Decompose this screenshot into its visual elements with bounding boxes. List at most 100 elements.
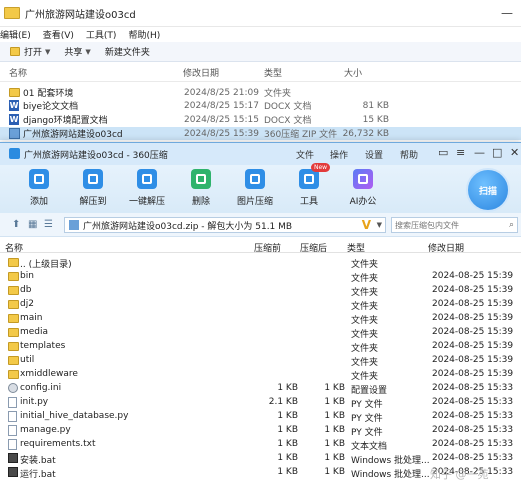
col-name[interactable]: 名称	[9, 66, 27, 79]
menu-view[interactable]: 查看(V)	[43, 28, 74, 41]
delete-icon	[191, 169, 211, 189]
file-size: 26,732 KB	[342, 128, 389, 139]
folder-icon	[8, 328, 19, 337]
table-row[interactable]: initial_hive_database.py 1 KB 1 KB PY 文件 202…	[0, 409, 521, 424]
col-date[interactable]: 修改日期	[183, 66, 219, 79]
menu-edit[interactable]: 编辑(E)	[0, 28, 31, 41]
scan-button[interactable]: 扫描	[466, 168, 510, 212]
file-name: main	[20, 313, 43, 323]
file-name: biye论文文档	[23, 102, 79, 112]
table-row[interactable]: init.py 2.1 KB 1 KB PY 文件 2024-08-25 15:33	[0, 395, 521, 410]
menu-operation[interactable]: 操作	[330, 148, 348, 161]
table-row[interactable]: config.ini 1 KB 1 KB 配置设置 2024-08-25 15:33	[0, 381, 521, 396]
size-before: 1 KB	[277, 411, 298, 421]
image-compress-button[interactable]: 图片压缩	[230, 169, 280, 207]
ai-office-button[interactable]: AI办公	[338, 169, 388, 207]
file-date: 2024-08-25 15:33	[432, 383, 514, 393]
add-icon	[29, 169, 49, 189]
file-date: 2024-08-25 15:33	[432, 397, 514, 407]
table-row[interactable]: manage.py 1 KB 1 KB PY 文件 2024-08-25 15:33	[0, 423, 521, 438]
list-item[interactable]: W biye论文文档 2024/8/25 15:17 DOCX 文档 81 KB	[0, 99, 521, 112]
maximize-icon[interactable]: □	[492, 146, 502, 159]
up-arrow-icon[interactable]: ⬆	[12, 219, 20, 230]
add-button[interactable]: 添加	[14, 169, 64, 207]
search-input[interactable]	[392, 218, 502, 232]
col-size[interactable]: 大小	[344, 66, 362, 79]
file-date: 2024-08-25 15:39	[432, 341, 514, 351]
menu-file[interactable]: 文件	[296, 148, 314, 161]
folder-icon	[4, 7, 20, 19]
view-list-icon[interactable]: ☰	[44, 219, 53, 230]
col-type[interactable]: 类型	[347, 241, 365, 254]
folder-icon	[8, 342, 19, 351]
open-button[interactable]: 打开 ▼	[10, 45, 50, 58]
col-type[interactable]: 类型	[264, 66, 282, 79]
size-after: 1 KB	[324, 439, 345, 449]
table-row[interactable]: xmiddleware 文件夹 2024-08-25 15:39	[0, 367, 521, 382]
zip-title: 广州旅游网站建设o03cd - 360压缩	[24, 151, 168, 161]
file-date: 2024-08-25 15:33	[432, 439, 514, 449]
size-after: 1 KB	[324, 467, 345, 477]
file-date: 2024-08-25 15:39	[432, 271, 514, 281]
file-name: django环境配置文档	[23, 116, 108, 126]
col-date[interactable]: 修改日期	[428, 241, 464, 254]
minimize-icon[interactable]: —	[501, 6, 513, 20]
table-row[interactable]: main 文件夹 2024-08-25 15:39	[0, 311, 521, 326]
table-row[interactable]: util 文件夹 2024-08-25 15:39	[0, 353, 521, 368]
path-text: 广州旅游网站建设o03cd.zip - 解包大小为 51.1 MB	[83, 221, 293, 232]
zip-logo-icon	[9, 148, 20, 159]
col-after[interactable]: 压缩后	[300, 241, 327, 254]
file-name: initial_hive_database.py	[20, 411, 129, 421]
table-row[interactable]: 安装.bat 1 KB 1 KB Windows 批处理... 2024-08-25 1…	[0, 451, 521, 466]
image-compress-label: 图片压缩	[236, 197, 273, 207]
file-date: 2024-08-25 15:39	[432, 327, 514, 337]
python-file-icon	[8, 425, 17, 436]
col-before[interactable]: 压缩前	[254, 241, 281, 254]
ai-office-label: AI办公	[349, 197, 377, 207]
folder-icon	[8, 314, 19, 323]
file-date: 2024/8/25 15:17	[184, 100, 259, 111]
share-button[interactable]: 共享 ▼	[64, 45, 90, 59]
col-name[interactable]: 名称	[5, 241, 23, 254]
menu-icon[interactable]: ≡	[456, 146, 465, 159]
one-click-extract-button[interactable]: 一键解压	[122, 169, 172, 207]
tools-button[interactable]: 工具	[284, 169, 334, 207]
list-item-selected[interactable]: 广州旅游网站建设o03cd 2024/8/25 15:39 360压缩 ZIP …	[0, 127, 521, 140]
search-icon[interactable]: ⌕	[509, 220, 514, 230]
menu-tools[interactable]: 工具(T)	[86, 28, 117, 41]
view-grid-icon[interactable]: ▦	[28, 219, 37, 230]
table-row[interactable]: dj2 文件夹 2024-08-25 15:39	[0, 297, 521, 312]
menu-settings[interactable]: 设置	[365, 148, 383, 161]
list-item[interactable]: W django环境配置文档 2024/8/25 15:15 DOCX 文档 1…	[0, 113, 521, 126]
menu-help[interactable]: 帮助(H)	[128, 28, 160, 41]
zip-icon	[9, 128, 20, 139]
search-box[interactable]: ⌕	[391, 217, 518, 233]
table-row[interactable]: db 文件夹 2024-08-25 15:39	[0, 283, 521, 298]
size-before: 1 KB	[277, 425, 298, 435]
add-label: 添加	[29, 197, 48, 207]
word-icon: W	[9, 114, 19, 125]
file-name: util	[20, 355, 35, 365]
table-row[interactable]: templates 文件夹 2024-08-25 15:39	[0, 339, 521, 354]
tools-label: 工具	[299, 197, 318, 207]
python-file-icon	[8, 411, 17, 422]
delete-button[interactable]: 删除	[176, 169, 226, 207]
table-row[interactable]: bin 文件夹 2024-08-25 15:39	[0, 269, 521, 284]
minimize-icon[interactable]: —	[474, 146, 485, 159]
file-type: DOCX 文档	[264, 116, 312, 126]
file-size: 81 KB	[362, 100, 389, 111]
close-icon[interactable]: ✕	[510, 146, 519, 159]
chevron-down-icon[interactable]: ▼	[377, 221, 382, 229]
table-row[interactable]: media 文件夹 2024-08-25 15:39	[0, 325, 521, 340]
extract-to-icon	[83, 169, 103, 189]
skin-icon[interactable]: ▭	[438, 146, 448, 159]
file-name: dj2	[20, 299, 34, 309]
table-row[interactable]: .. (上级目录) 文件夹	[0, 255, 521, 270]
new-folder-button[interactable]: 新建文件夹	[105, 45, 150, 58]
menu-help[interactable]: 帮助	[400, 148, 418, 161]
path-field[interactable]: 广州旅游网站建设o03cd.zip - 解包大小为 51.1 MB V ▼	[64, 217, 386, 233]
list-item[interactable]: 01 配套环境 2024/8/25 21:09 文件夹	[0, 86, 521, 99]
table-row[interactable]: requirements.txt 1 KB 1 KB 文本文档 2024-08-25 1…	[0, 437, 521, 452]
extract-to-button[interactable]: 解压到	[68, 169, 118, 207]
folder-icon	[8, 258, 19, 267]
